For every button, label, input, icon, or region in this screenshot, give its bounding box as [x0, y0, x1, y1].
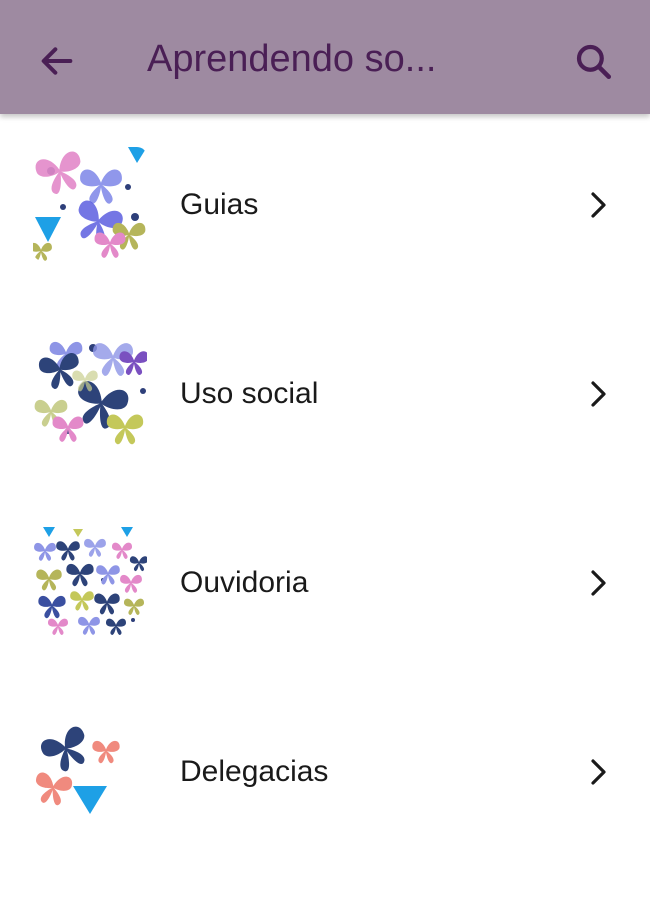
- butterfly-pattern-thumbnail: [33, 714, 147, 828]
- page-title: Aprendendo so...: [147, 38, 437, 80]
- search-icon: [576, 44, 612, 80]
- app-bar: Aprendendo so...: [0, 0, 650, 114]
- list-item-delegacias[interactable]: Delegacias: [0, 683, 650, 872]
- list-item-guias[interactable]: Guias: [0, 116, 650, 305]
- arrow-left-icon: [41, 47, 73, 75]
- list-item-label: Ouvidoria: [180, 566, 309, 599]
- list-item-label: Uso social: [180, 377, 319, 410]
- list-item-label: Delegacias: [180, 755, 329, 788]
- butterfly-pattern-thumbnail: [33, 147, 147, 261]
- menu-list: Guias Uso social Ouvidoria Delegacias: [0, 116, 650, 872]
- chevron-right-icon: [591, 381, 606, 407]
- back-button[interactable]: [30, 34, 84, 88]
- chevron-right-icon: [591, 570, 606, 596]
- butterfly-pattern-thumbnail: [33, 336, 147, 450]
- search-button[interactable]: [566, 34, 620, 88]
- chevron-right-icon: [591, 192, 606, 218]
- list-item-ouvidoria[interactable]: Ouvidoria: [0, 494, 650, 683]
- chevron-right-icon: [591, 759, 606, 785]
- list-item-uso-social[interactable]: Uso social: [0, 305, 650, 494]
- list-item-label: Guias: [180, 188, 259, 221]
- butterfly-pattern-thumbnail: [33, 525, 147, 639]
